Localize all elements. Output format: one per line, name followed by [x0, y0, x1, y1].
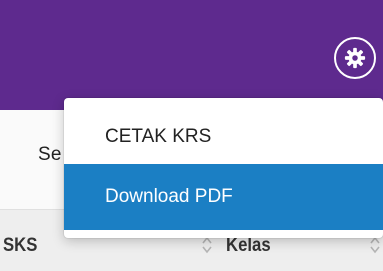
menu-item-download-pdf[interactable]: Download PDF — [64, 164, 383, 230]
sort-icon[interactable] — [369, 235, 381, 255]
settings-button[interactable] — [334, 37, 376, 79]
column-header-sks[interactable]: SKS — [3, 235, 37, 257]
menu-item-cetak-krs[interactable]: CETAK KRS — [64, 104, 383, 170]
partial-label: Se — [38, 144, 62, 165]
app-screen: Se SKS Kelas CETAK KRS Download PDF — [0, 0, 383, 271]
sort-icon[interactable] — [201, 235, 213, 255]
gear-icon — [344, 47, 366, 69]
settings-dropdown-menu: CETAK KRS Download PDF — [64, 98, 383, 238]
column-header-kelas[interactable]: Kelas — [226, 235, 271, 257]
header-bar — [0, 0, 383, 110]
